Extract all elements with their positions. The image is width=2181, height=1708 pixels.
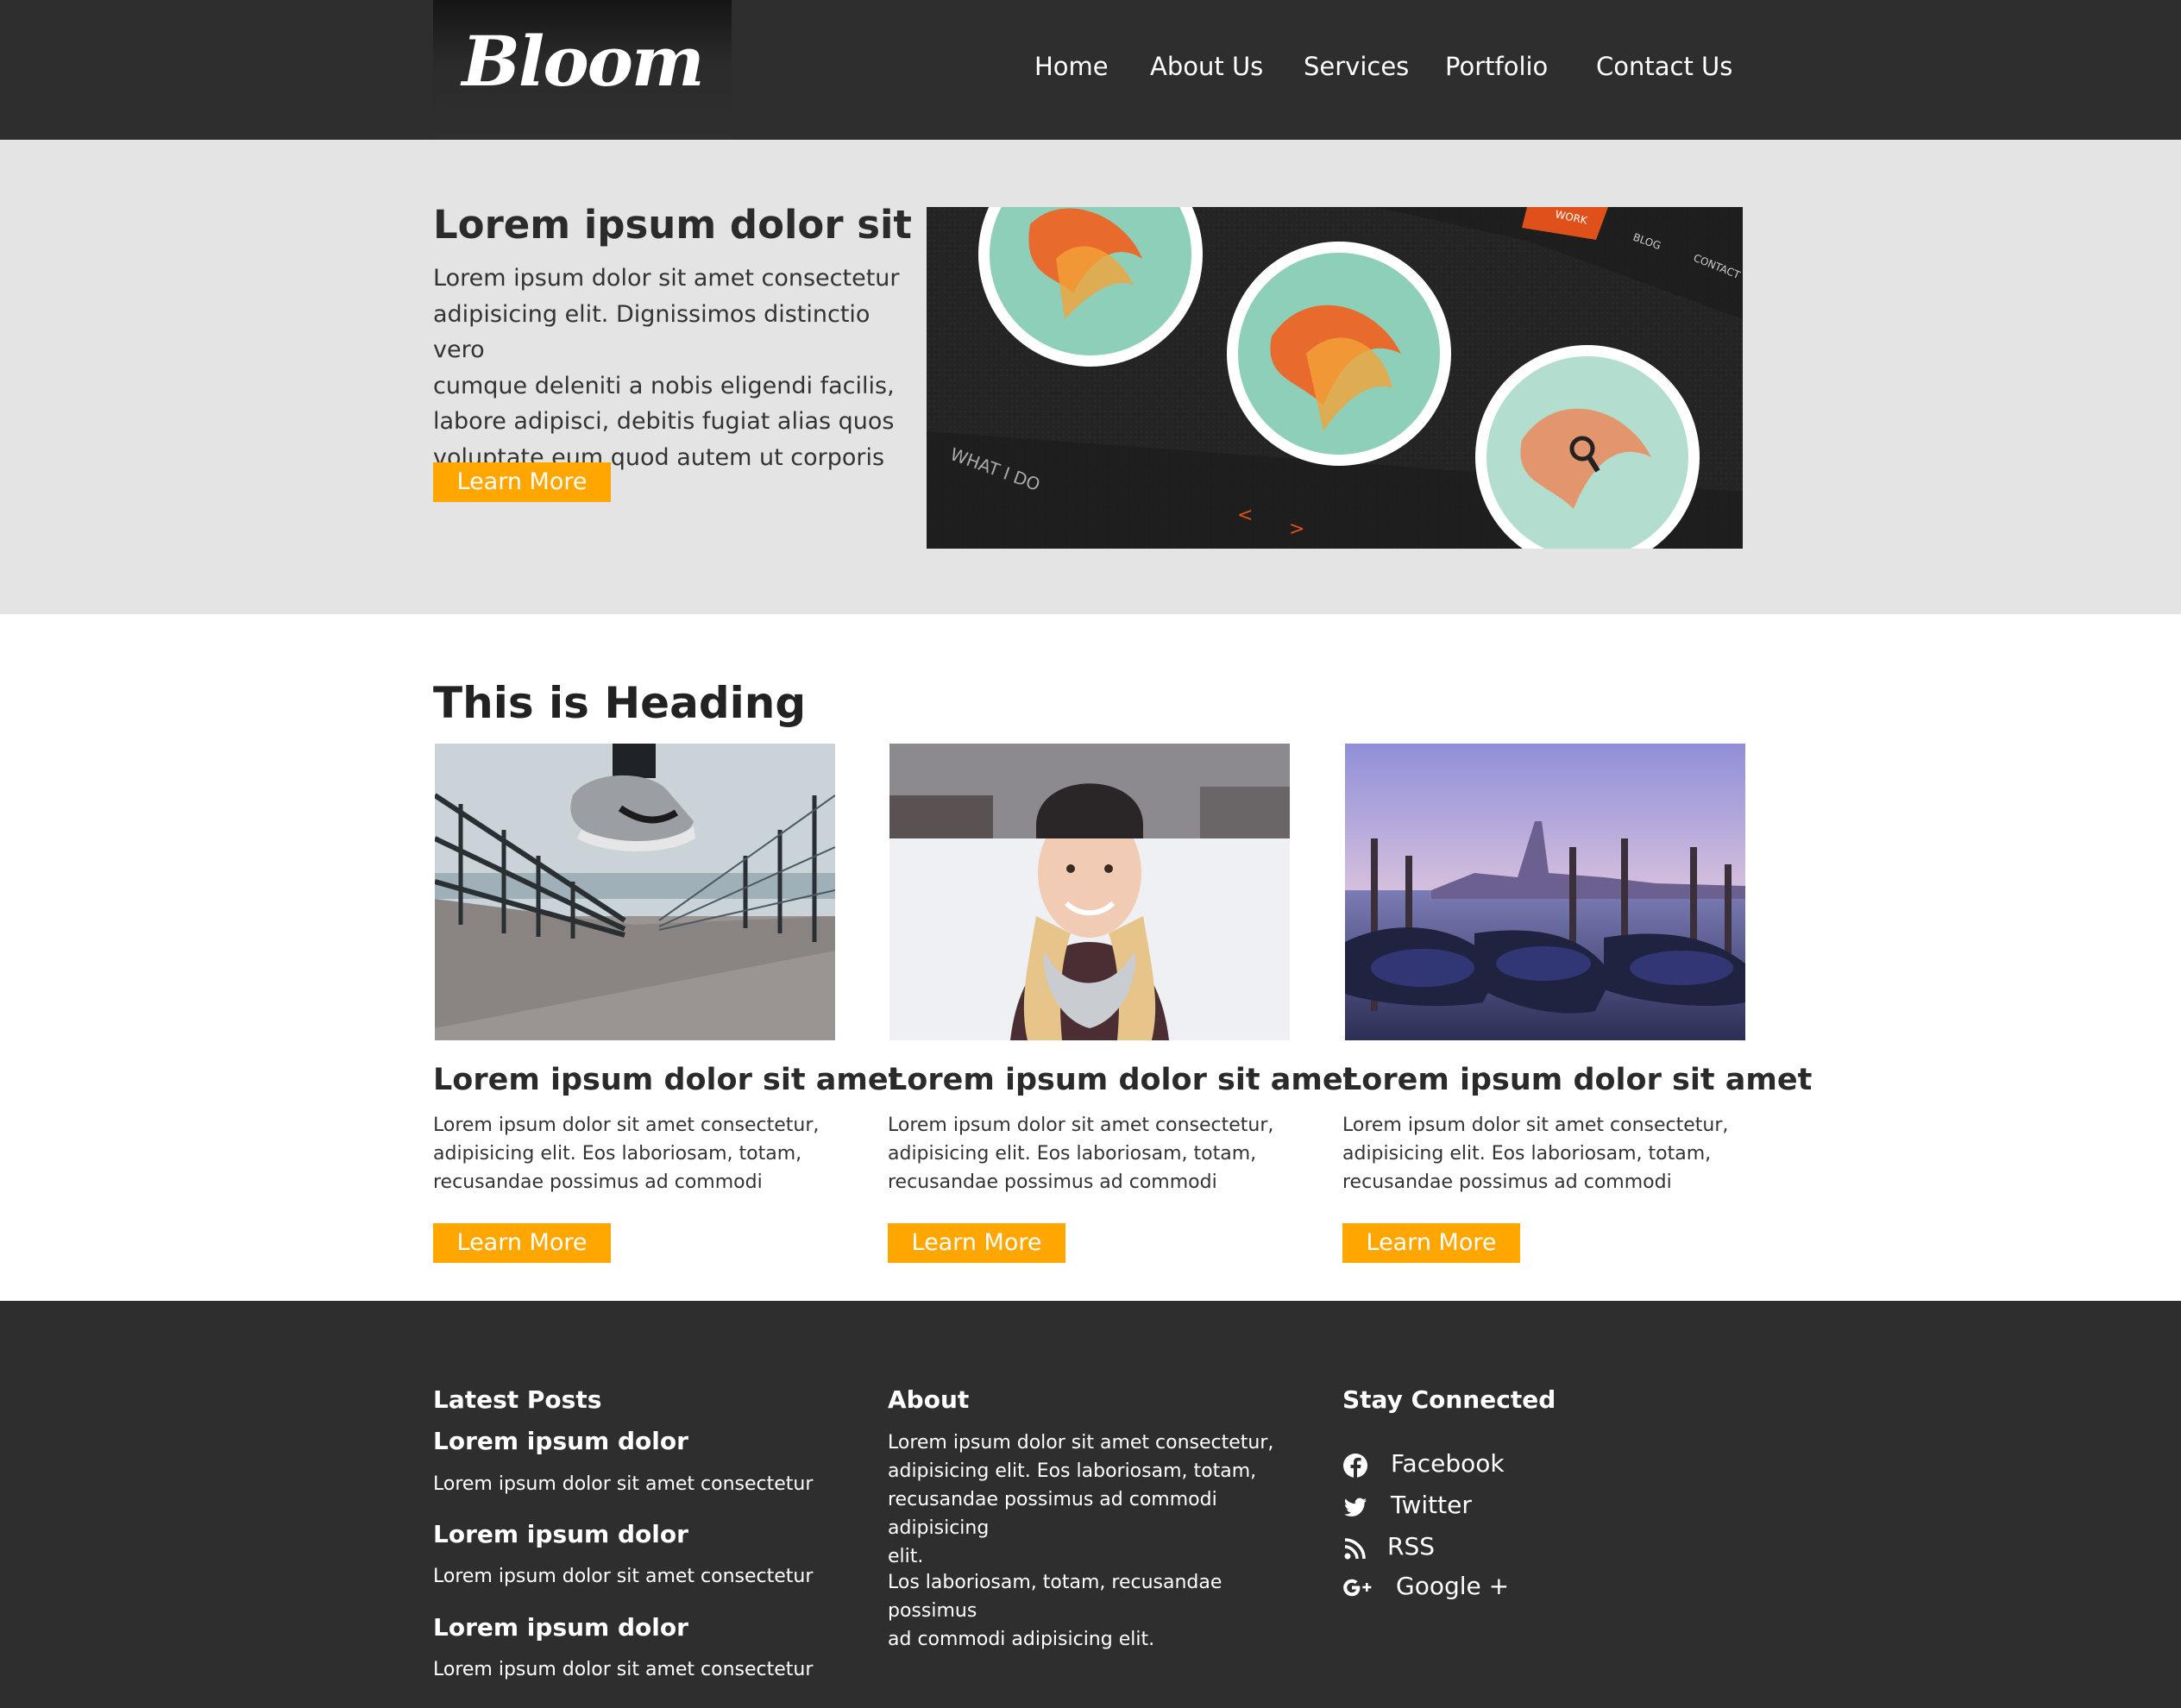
nav-contact-us[interactable]: Contact Us <box>1596 52 1732 90</box>
card-learn-more-button[interactable]: Learn More <box>1342 1223 1520 1263</box>
rss-icon <box>1344 1538 1366 1560</box>
section-heading: This is Heading <box>433 678 807 728</box>
hero-body-line: adipisicing elit. Dignissimos distinctio… <box>433 300 871 364</box>
card-text-line: Lorem ipsum dolor sit amet consectetur, <box>1342 1115 1729 1136</box>
card-text-line: recusandae possimus ad commodi <box>888 1171 1217 1193</box>
card-text-line: adipisicing elit. Eos laboriosam, totam, <box>888 1143 1257 1165</box>
woman-photo <box>889 744 1290 1040</box>
footer-about-text-2: Los laboriosam, totam, recusandae possim… <box>888 1568 1298 1654</box>
card-text-line: Lorem ipsum dolor sit amet consectetur, <box>888 1115 1274 1136</box>
social-label: Facebook <box>1391 1449 1505 1478</box>
card-title: Lorem ipsum dolor sit amet <box>433 1063 903 1097</box>
gondolas-photo <box>1345 744 1745 1040</box>
footer-post-text: Lorem ipsum dolor sit amet consectetur <box>433 1566 814 1587</box>
footer-about-line: adipisicing elit. Eos laboriosam, totam, <box>888 1460 1257 1482</box>
svg-text:<: < <box>1237 505 1253 526</box>
footer-post-title[interactable]: Lorem ipsum dolor <box>433 1613 688 1642</box>
footer-about-text: Lorem ipsum dolor sit amet consectetur, … <box>888 1429 1298 1571</box>
card-learn-more-button[interactable]: Learn More <box>888 1223 1065 1263</box>
logo[interactable]: Bloom <box>433 0 732 141</box>
hero-learn-more-button[interactable]: Learn More <box>433 462 611 502</box>
footer-latest-posts-heading: Latest Posts <box>433 1385 602 1414</box>
social-link-google-plus[interactable]: Google + <box>1342 1572 1532 1606</box>
google-plus-icon <box>1343 1579 1372 1597</box>
hero-illustration: WORK BLOG CONTACT WHAT I DO < > <box>927 207 1743 549</box>
footer-about-heading: About <box>888 1385 970 1414</box>
social-label: Google + <box>1396 1572 1510 1600</box>
card-title: Lorem ipsum dolor sit amet <box>1342 1063 1813 1097</box>
twitter-icon <box>1344 1498 1367 1516</box>
logo-text: Bloom <box>462 21 704 102</box>
footer-post-text: Lorem ipsum dolor sit amet consectetur <box>433 1473 814 1495</box>
card-text-line: Lorem ipsum dolor sit amet consectetur, <box>433 1115 820 1136</box>
footer-post-title[interactable]: Lorem ipsum dolor <box>433 1427 688 1455</box>
footer-stay-connected-heading: Stay Connected <box>1342 1385 1556 1414</box>
footer-about-line: Los laboriosam, totam, recusandae possim… <box>888 1572 1222 1622</box>
card-text-line: adipisicing elit. Eos laboriosam, totam, <box>1342 1143 1712 1165</box>
footer-about-line: ad commodi adipisicing elit. <box>888 1629 1155 1650</box>
card-text: Lorem ipsum dolor sit amet consectetur, … <box>888 1111 1293 1196</box>
nav-services[interactable]: Services <box>1304 52 1409 90</box>
footer-about-line: recusandae possimus ad commodi adipisici… <box>888 1489 1217 1539</box>
footer-about-line: elit. <box>888 1546 924 1567</box>
social-label: Twitter <box>1391 1491 1472 1519</box>
svg-text:>: > <box>1289 518 1304 540</box>
card-text: Lorem ipsum dolor sit amet consectetur, … <box>433 1111 839 1196</box>
hero-body-line: cumque deleniti a nobis eligendi facilis… <box>433 372 895 399</box>
facebook-icon <box>1343 1454 1367 1479</box>
card-text-line: recusandae possimus ad commodi <box>1342 1171 1672 1193</box>
card-title: Lorem ipsum dolor sit amet <box>888 1063 1358 1097</box>
social-link-facebook[interactable]: Facebook <box>1342 1449 1515 1484</box>
card-learn-more-button[interactable]: Learn More <box>433 1223 611 1263</box>
card-text: Lorem ipsum dolor sit amet consectetur, … <box>1342 1111 1748 1196</box>
nav-home[interactable]: Home <box>1034 52 1109 90</box>
hero-image: WORK BLOG CONTACT WHAT I DO < > <box>927 207 1743 549</box>
plate-2 <box>1227 242 1451 466</box>
card-image-gondolas <box>1345 744 1745 1040</box>
social-link-twitter[interactable]: Twitter <box>1342 1491 1515 1525</box>
hero-body-line: labore adipisci, debitis fugiat alias qu… <box>433 408 895 435</box>
card-text-line: adipisicing elit. Eos laboriosam, totam, <box>433 1143 802 1165</box>
social-link-rss[interactable]: RSS <box>1342 1532 1515 1567</box>
hero-body-line: Lorem ipsum dolor sit amet consectetur <box>433 265 900 292</box>
card-image-sneaker <box>435 744 835 1040</box>
social-label: RSS <box>1387 1532 1436 1560</box>
footer-about-line: Lorem ipsum dolor sit amet consectetur, <box>888 1432 1274 1454</box>
nav-portfolio[interactable]: Portfolio <box>1445 52 1548 90</box>
footer-post-title[interactable]: Lorem ipsum dolor <box>433 1520 688 1548</box>
card-text-line: recusandae possimus ad commodi <box>433 1171 763 1193</box>
nav-about-us[interactable]: About Us <box>1150 52 1263 90</box>
card-image-woman <box>889 744 1290 1040</box>
sneaker-photo <box>435 744 835 1040</box>
footer-post-text: Lorem ipsum dolor sit amet consectetur <box>433 1659 814 1680</box>
site-header: Bloom Home About Us Services Portfolio C… <box>0 0 2181 141</box>
